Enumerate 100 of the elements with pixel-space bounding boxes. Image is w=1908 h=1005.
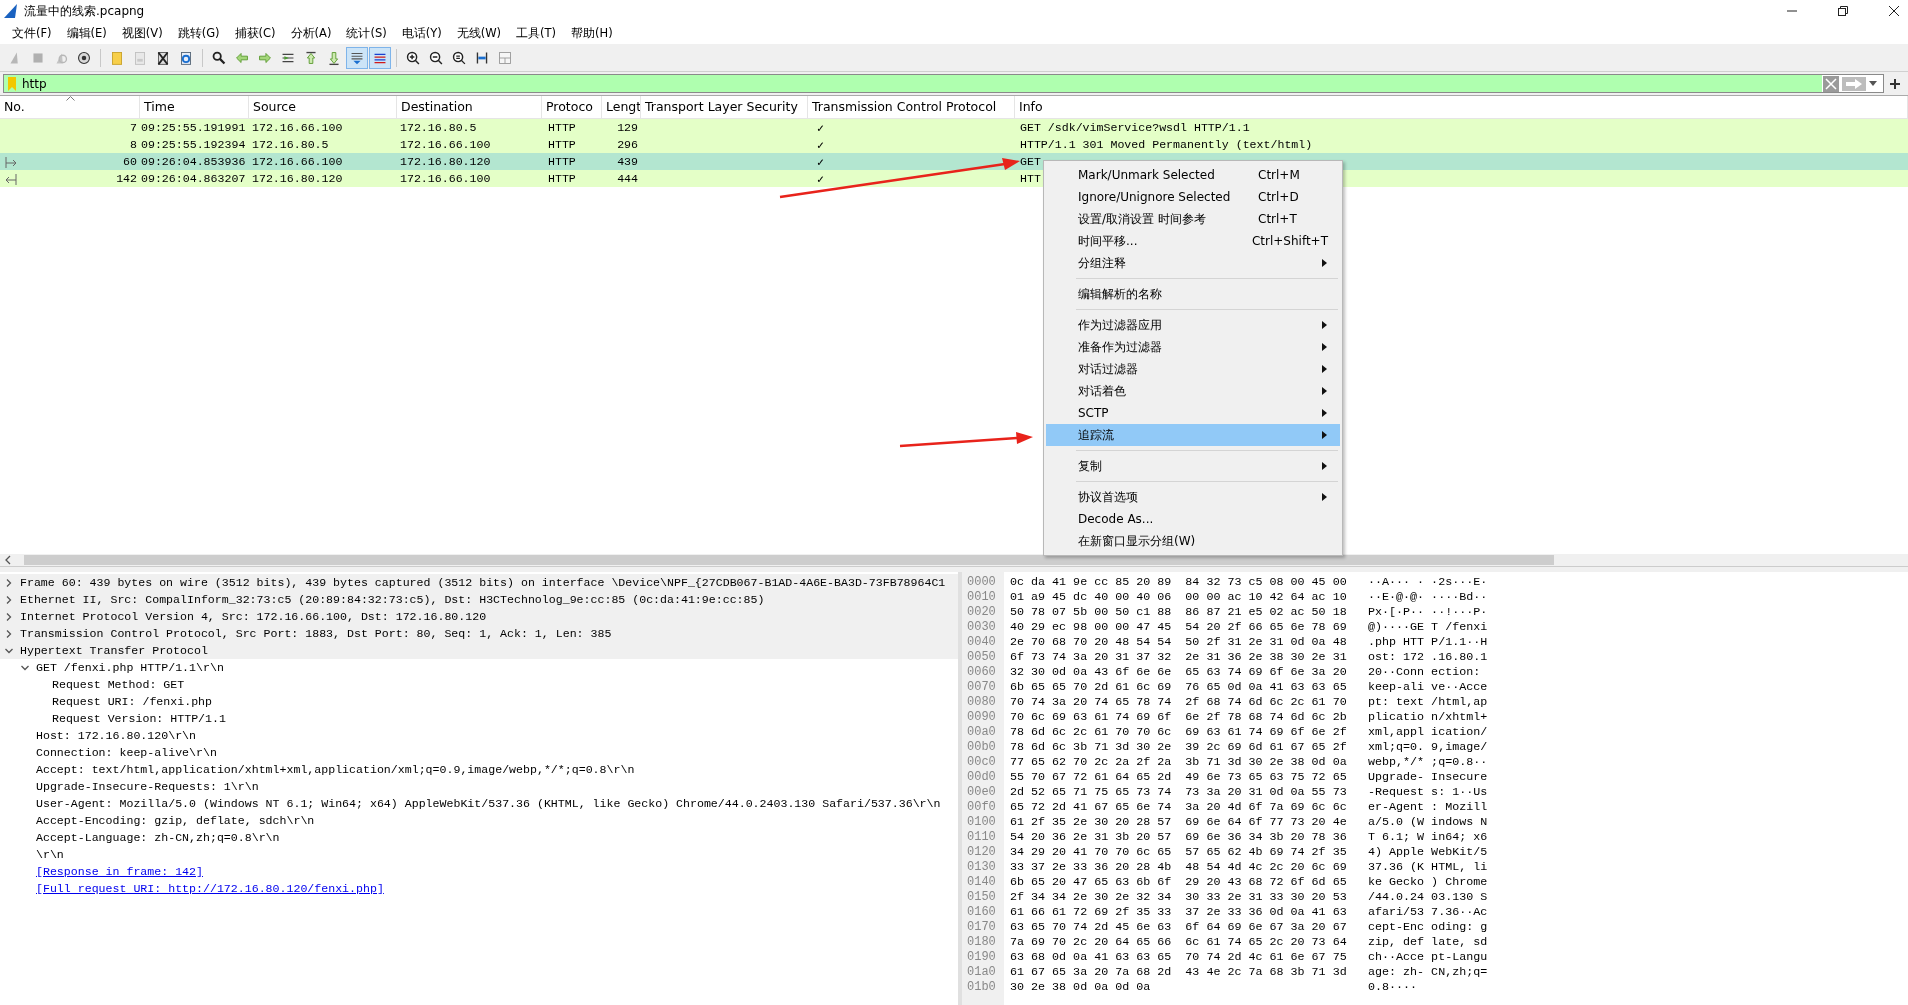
- column-header[interactable]: Source: [249, 96, 397, 118]
- expand-icon[interactable]: [4, 611, 14, 622]
- ascii-text: webp,*/* ;q=0.8··: [1368, 754, 1488, 769]
- info-cell: GET: [1020, 155, 1041, 168]
- autoscroll-icon[interactable]: [346, 47, 368, 69]
- tree-item[interactable]: Accept-Language: zh-CN,zh;q=0.8\r\n: [36, 831, 280, 844]
- ascii-text: ke Gecko ) Chrome: [1368, 874, 1488, 889]
- column-header[interactable]: Destination: [397, 96, 542, 118]
- menu-item[interactable]: 对话过滤器: [1046, 358, 1340, 380]
- shortcut-label: Ctrl+M: [1258, 168, 1300, 182]
- shortcut-label: Ctrl+Shift+T: [1251, 234, 1328, 248]
- menu-item[interactable]: 工具(T): [511, 24, 562, 42]
- hex-bytes: 61 2f 35 2e 30 20 28 57 69 6e 64 6f 77 73 20 4e: [1009, 814, 1348, 829]
- menu-item[interactable]: 分组注释: [1046, 252, 1340, 274]
- hex-bytes: 6f 73 74 3a 20 31 37 32 2e 31 36 2e 38 30 2e 31: [1009, 649, 1348, 664]
- request-marker-icon: [4, 157, 18, 168]
- column-header[interactable]: Transmission Control Protocol: [808, 96, 1015, 118]
- packet-row[interactable]: 8 09:25:55.192394 172.16.80.5 172.16.66.100 HTTP 296 ✓ HTTP/1.1 301 Moved Permanently (text/html): [0, 136, 1908, 153]
- menu-item[interactable]: Ignore/Unignore Selected Ctrl+D: [1046, 186, 1340, 208]
- column-header[interactable]: No.: [0, 96, 140, 118]
- tree-item[interactable]: Request URI: /fenxi.php: [52, 695, 213, 708]
- hex-bytes: 78 6d 6c 2c 61 70 70 6c 69 63 61 74 69 6f 6e 2f: [1009, 724, 1348, 739]
- scrollbar-thumb[interactable]: [24, 555, 1554, 565]
- menu-item[interactable]: SCTP: [1046, 402, 1340, 424]
- hex-bytes: 32 30 0d 0a 43 6f 6e 6e 65 63 74 69 6f 6e 3a 20: [1009, 664, 1348, 679]
- tree-item[interactable]: Connection: keep-alive\r\n: [36, 746, 217, 759]
- protocol-cell: HTTP: [548, 155, 576, 168]
- hex-bytes: 63 65 70 74 2d 45 6e 63 6f 64 69 6e 67 3a 20 67: [1009, 919, 1348, 934]
- column-header[interactable]: Time: [140, 96, 249, 118]
- column-header[interactable]: Info: [1015, 96, 1908, 118]
- plus-icon[interactable]: [1890, 78, 1900, 89]
- tree-item[interactable]: Request Version: HTTP/1.1: [52, 712, 226, 725]
- menu-item[interactable]: 追踪流: [1046, 424, 1340, 446]
- ascii-text: ch··Acce pt-Langu: [1368, 949, 1488, 964]
- expand-icon[interactable]: [4, 628, 14, 639]
- menu-item[interactable]: 时间平移... Ctrl+Shift+T: [1046, 230, 1340, 252]
- ascii-text: Upgrade- Insecure: [1368, 769, 1488, 784]
- restore-icon[interactable]: [1837, 5, 1849, 17]
- menu-item[interactable]: 电话(Y): [396, 24, 447, 42]
- filter-field[interactable]: http: [3, 74, 1884, 93]
- tree-item[interactable]: GET /fenxi.php HTTP/1.1\r\n: [36, 661, 224, 674]
- tree-item[interactable]: Accept: text/html,application/xhtml+xml,application/xml;q=0.9,image/webp,*/*;q=0.8\r\n: [36, 763, 635, 776]
- byte-offset: 0120: [966, 844, 997, 859]
- tcp-cell: ✓: [817, 171, 824, 186]
- hex-bytes: 77 65 62 70 2c 2a 2f 2a 3b 71 3d 30 2e 38 0d 0a: [1009, 754, 1348, 769]
- menu-item[interactable]: 视图(V): [116, 24, 168, 42]
- menu-item[interactable]: 设置/取消设置 时间参考 Ctrl+T: [1046, 208, 1340, 230]
- tree-item[interactable]: User-Agent: Mozilla/5.0 (Windows NT 6.1; Win64; x64) AppleWebKit/537.36 (KHTML, like Gecko) Chrome/44.0.2403.130 Safari/537.36\r\n: [36, 797, 941, 810]
- menu-item[interactable]: 作为过滤器应用: [1046, 314, 1340, 336]
- ascii-text: plicatio n/xhtml+: [1368, 709, 1488, 724]
- byte-offset: 0110: [966, 829, 997, 844]
- byte-offset: 00e0: [966, 784, 997, 799]
- dropdown-caret-icon[interactable]: [1869, 80, 1877, 87]
- packet-row[interactable]: 7 09:25:55.191991 172.16.66.100 172.16.80.5 HTTP 129 ✓ GET /sdk/vimService?wsdl HTTP/1.1: [0, 119, 1908, 136]
- clear-icon[interactable]: [1823, 75, 1839, 92]
- menu-item[interactable]: 准备作为过滤器: [1046, 336, 1340, 358]
- scroll-left-icon[interactable]: [4, 555, 12, 565]
- menu-item[interactable]: 分析(A): [285, 24, 337, 42]
- frame-link[interactable]: [Response in frame: 142]: [36, 865, 203, 878]
- menu-item[interactable]: 统计(S): [341, 24, 392, 42]
- menu-item[interactable]: 捕获(C): [229, 24, 281, 42]
- menu-item[interactable]: 编辑解析的名称: [1046, 283, 1340, 305]
- menu-item[interactable]: 跳转(G): [172, 24, 225, 42]
- menu-item[interactable]: Decode As...: [1046, 508, 1340, 530]
- menu-item[interactable]: 编辑(E): [61, 24, 112, 42]
- no-cell: 142: [116, 172, 137, 185]
- byte-offset: 0080: [966, 694, 997, 709]
- menu-item[interactable]: 在新窗口显示分组(W): [1046, 530, 1340, 552]
- colorize-icon[interactable]: [369, 47, 391, 69]
- ascii-text: -Request s: 1··Us: [1368, 784, 1488, 799]
- menu-item[interactable]: 协议首选项: [1046, 486, 1340, 508]
- menu-item[interactable]: 帮助(H): [566, 24, 618, 42]
- frame-link[interactable]: [Full request URI: http://172.16.80.120/fenxi.php]: [36, 882, 384, 895]
- expand-icon[interactable]: [4, 594, 14, 605]
- ascii-text: zip, def late, sd: [1368, 934, 1488, 949]
- tree-item[interactable]: Request Method: GET: [52, 678, 185, 691]
- tree-item[interactable]: Host: 172.16.80.120\r\n: [36, 729, 197, 742]
- tree-item[interactable]: Accept-Encoding: gzip, deflate, sdch\r\n: [36, 814, 315, 827]
- menu-item[interactable]: 文件(F): [7, 24, 57, 42]
- close-icon[interactable]: [1888, 5, 1900, 17]
- column-header[interactable]: Lengt: [602, 96, 641, 118]
- tree-item[interactable]: Upgrade-Insecure-Requests: 1\r\n: [36, 780, 259, 793]
- column-header[interactable]: Transport Layer Security: [641, 96, 808, 118]
- ascii-text: er-Agent : Mozill: [1368, 799, 1488, 814]
- column-header[interactable]: Protoco: [542, 96, 602, 118]
- menu-item[interactable]: 对话着色: [1046, 380, 1340, 402]
- expand-icon[interactable]: [4, 577, 14, 588]
- byte-offset: 0130: [966, 859, 997, 874]
- no-cell: 8: [130, 138, 137, 151]
- hex-bytes: 55 70 67 72 61 64 65 2d 49 6e 73 65 63 75 72 65: [1009, 769, 1348, 784]
- tree-item[interactable]: Hypertext Transfer Protocol: [20, 644, 208, 657]
- menu-item[interactable]: 无线(W): [451, 24, 507, 42]
- ascii-text: a/5.0 (W indows N: [1368, 814, 1488, 829]
- byte-offset: 0150: [966, 889, 997, 904]
- byte-offset: 0170: [966, 919, 997, 934]
- hex-bytes: 33 37 2e 33 36 20 28 4b 48 54 4d 4c 2c 20 6c 69: [1009, 859, 1348, 874]
- tree-item[interactable]: \r\n: [36, 848, 64, 861]
- menu-item[interactable]: 复制: [1046, 455, 1340, 477]
- hex-bytes: 2f 34 34 2e 30 2e 32 34 30 33 2e 31 33 30 20 53: [1009, 889, 1348, 904]
- packet-row[interactable]: 60 09:26:04.853936 172.16.66.100 172.16.80.120 HTTP 439 ✓ GET: [0, 153, 1908, 170]
